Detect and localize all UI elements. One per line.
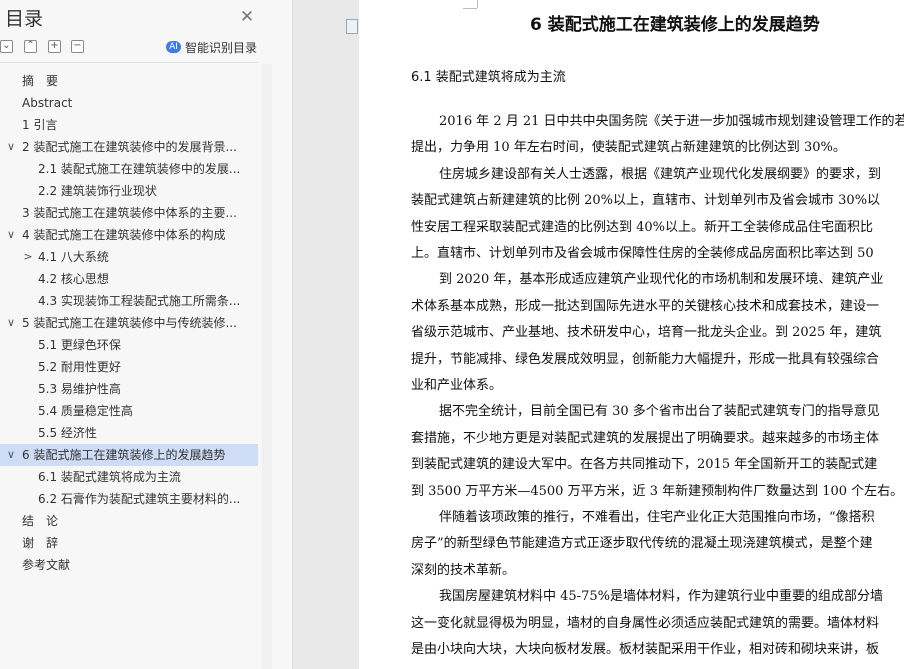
chevron-down-icon[interactable]: ∨ (5, 224, 17, 246)
text-line: 到装配式建筑的建设大军中。在各方共同推动下，2015 年全国新开工的装配式建 (411, 457, 878, 473)
toc-scrollbar[interactable] (262, 64, 272, 669)
toc-item-label: 2.2 建筑装饰行业现状 (38, 184, 157, 198)
page-sheet-icon (346, 19, 358, 34)
text-line: 提出，力争用 10 年左右时间，使装配式建筑占新建建筑的比例达到 30%。 (411, 140, 846, 156)
toc-item-label: 参考文献 (22, 558, 71, 572)
text-line: 住房城乡建设部有关人士透露，根据《建筑产业现代化发展纲要》的要求，到 (439, 166, 882, 182)
text-line: 提升，节能减排、绿色发展成效明显，创新能力大幅提升，形成一批具有较强综合 (411, 351, 880, 367)
toc-item[interactable]: 1 引言 (0, 114, 258, 136)
text-line: 性安居工程采取装配式建造的比例达到 40%以上。新开工全装修成品住宅面积比 (411, 219, 874, 235)
toc-item[interactable]: 5.5 经济性 (0, 422, 258, 444)
text-line: 上。直辖市、计划单列市及省会城市保障性住房的全装修成品房面积比率达到 50 (411, 246, 874, 261)
toc-item[interactable]: 结 论 (0, 510, 258, 532)
toc-item[interactable]: 6.2 石膏作为装配式建筑主要材料的... (0, 488, 258, 510)
chevron-down-icon[interactable]: ∨ (5, 136, 17, 158)
toc-item[interactable]: Abstract (0, 92, 258, 114)
smart-recognize-label: 智能识别目录 (185, 40, 258, 55)
text-line: 术体系基本成熟，形成一批达到国际先进水平的关键核心技术和成套技术，建设一 (411, 298, 880, 314)
toc-item-label: 谢 辞 (22, 536, 59, 550)
ai-recognize-icon: AI (166, 41, 181, 53)
toc-item-label: 5.4 质量稳定性高 (38, 404, 133, 418)
text-line: 业和产业体系。 (411, 378, 503, 393)
toc-item-label: 5.5 经济性 (38, 426, 97, 440)
toc-item-label: 2 装配式施工在建筑装修中的发展背景... (22, 140, 237, 154)
toc-divider (0, 62, 258, 63)
toc-item-label: 3 装配式施工在建筑装修中体系的主要... (22, 206, 237, 220)
add-heading-icon[interactable]: + (48, 40, 61, 53)
text-line: 这一变化就显得极为明显，墙材的自身属性必须适应装配式建筑的需要。墙体材料 (411, 615, 880, 631)
text-line: 到 3500 万平方米—4500 万平方米，近 3 年新建预制构件厂数量达到 1… (411, 483, 904, 499)
text-line: 据不完全统计，目前全国已有 30 多个省市出台了装配式建筑专门的指导意见 (439, 404, 880, 420)
margin-mark (477, 0, 478, 8)
toc-title: 目录 (5, 8, 44, 30)
chevron-down-icon[interactable]: ∨ (5, 444, 17, 466)
toc-item[interactable]: 4.2 核心思想 (0, 268, 258, 290)
chevron-down-icon[interactable]: ∨ (5, 312, 17, 334)
toc-toolbar: ⌄ ⌃ + − AI 智能识别目录 (0, 36, 292, 58)
toc-item-label: 6 装配式施工在建筑装修上的发展趋势 (22, 448, 226, 462)
toc-item[interactable]: 谢 辞 (0, 532, 258, 554)
text-line: 省级示范城市、产业基地、技术研发中心，培育一批龙头企业。到 2025 年，建筑 (411, 325, 882, 341)
toc-item-label: Abstract (22, 96, 73, 110)
text-line: 是由小块向大块，大块向板材发展。板材装配采用干作业，相对砖和砌块来讲，板 (411, 642, 880, 657)
toc-item[interactable]: 摘 要 (0, 70, 258, 92)
document-area: ▾ 6 装配式施工在建筑装修上的发展趋势 6.1 装配式建筑将成为主流 2016… (293, 0, 904, 669)
toc-item-label: 4.3 实现装饰工程装配式施工所需条... (38, 294, 241, 308)
toc-item-label: 4 装配式施工在建筑装修中体系的构成 (22, 228, 226, 242)
toc-item-label: 1 引言 (22, 118, 58, 132)
toc-item-label: 2.1 装配式施工在建筑装修中的发展... (38, 162, 241, 176)
margin-mark (463, 8, 477, 9)
toc-header: 目录 ✕ (0, 0, 292, 36)
section-heading: 6.1 装配式建筑将成为主流 (411, 70, 566, 85)
toc-item-label: 5.2 耐用性更好 (38, 360, 121, 374)
text-line: 到 2020 年，基本形成适应建筑产业现代化的市场机制和发展环境、建筑产业 (439, 272, 884, 288)
toc-item[interactable]: 2.2 建筑装饰行业现状 (0, 180, 258, 202)
toc-item[interactable]: 5.3 易维护性高 (0, 378, 258, 400)
toc-item[interactable]: 2.1 装配式施工在建筑装修中的发展... (0, 158, 258, 180)
remove-heading-icon[interactable]: − (71, 40, 84, 53)
toc-item[interactable]: 3 装配式施工在建筑装修中体系的主要... (0, 202, 258, 224)
smart-recognize-button[interactable]: AI 智能识别目录 (166, 39, 257, 55)
document-page[interactable]: 6 装配式施工在建筑装修上的发展趋势 6.1 装配式建筑将成为主流 2016 年… (359, 0, 904, 669)
toc-item[interactable]: 5.1 更绿色环保 (0, 334, 258, 356)
toc-item-label: 5.1 更绿色环保 (38, 338, 121, 352)
text-line: 2016 年 2 月 21 日中共中央国务院《关于进一步加强城市规划建设管理工作… (439, 114, 904, 129)
toc-item-label: 5.3 易维护性高 (38, 382, 121, 396)
toc-item-label: 4.2 核心思想 (38, 272, 109, 286)
chevron-right-icon[interactable]: > (22, 246, 34, 268)
toc-item-label: 6.2 石膏作为装配式建筑主要材料的... (38, 492, 241, 506)
close-icon[interactable]: ✕ (238, 8, 256, 26)
toc-item-label: 4.1 八大系统 (38, 250, 109, 264)
toc-list: 摘 要 Abstract 1 引言 ∨ 2 装配式施工在建筑装修中的发展背景... 2.1… (0, 70, 258, 576)
toc-item[interactable]: 6.1 装配式建筑将成为主流 (0, 466, 258, 488)
text-line: 深刻的技术革新。 (411, 562, 516, 578)
toc-item-label: 结 论 (22, 514, 59, 528)
toc-item-label: 6.1 装配式建筑将成为主流 (38, 470, 181, 484)
expand-up-icon[interactable]: ⌃ (24, 40, 37, 53)
toc-item-label: 摘 要 (22, 74, 59, 88)
chapter-heading: 6 装配式施工在建筑装修上的发展趋势 (530, 15, 820, 35)
toc-item[interactable]: 参考文献 (0, 554, 258, 576)
text-line: 伴随着该项政策的推行，不难看出，住宅产业化正大范围推向市场，“像搭积 (439, 510, 875, 525)
toc-item[interactable]: ∨ 4 装配式施工在建筑装修中体系的构成 (0, 224, 258, 246)
toc-item[interactable]: ∨ 2 装配式施工在建筑装修中的发展背景... (0, 136, 258, 158)
toc-item[interactable]: 5.4 质量稳定性高 (0, 400, 258, 422)
text-line: 套措施，不少地方更是对装配式建筑的发展提出了明确要求。越来越多的市场主体 (411, 430, 880, 446)
toc-item[interactable]: 4.3 实现装饰工程装配式施工所需条... (0, 290, 258, 312)
toc-item[interactable]: ∨ 6 装配式施工在建筑装修上的发展趋势 (0, 444, 258, 466)
document-icon[interactable]: ▾ (344, 18, 366, 34)
toc-item-label: 5 装配式施工在建筑装修中与传统装修... (22, 316, 237, 330)
text-line: 装配式建筑占新建建筑的比例 20%以上，直辖市、计划单列市及省会城市 30%以 (411, 193, 881, 209)
toc-item[interactable]: ∨ 5 装配式施工在建筑装修中与传统装修... (0, 312, 258, 334)
toc-panel: 目录 ✕ ⌄ ⌃ + − AI 智能识别目录 摘 要 Abstract 1 引言 ∨ 2… (0, 0, 293, 669)
text-line: 房子”的新型绿色节能建造方式正逐步取代传统的混凝土现浇建筑模式，是整个建 (411, 536, 873, 552)
text-line: 我国房屋建筑材料中 45-75%是墙体材料，作为建筑行业中重要的组成部分墙 (439, 589, 883, 605)
toc-item[interactable]: 5.2 耐用性更好 (0, 356, 258, 378)
collapse-all-icon[interactable]: ⌄ (0, 40, 13, 53)
toc-item[interactable]: >4.1 八大系统 (0, 246, 258, 268)
